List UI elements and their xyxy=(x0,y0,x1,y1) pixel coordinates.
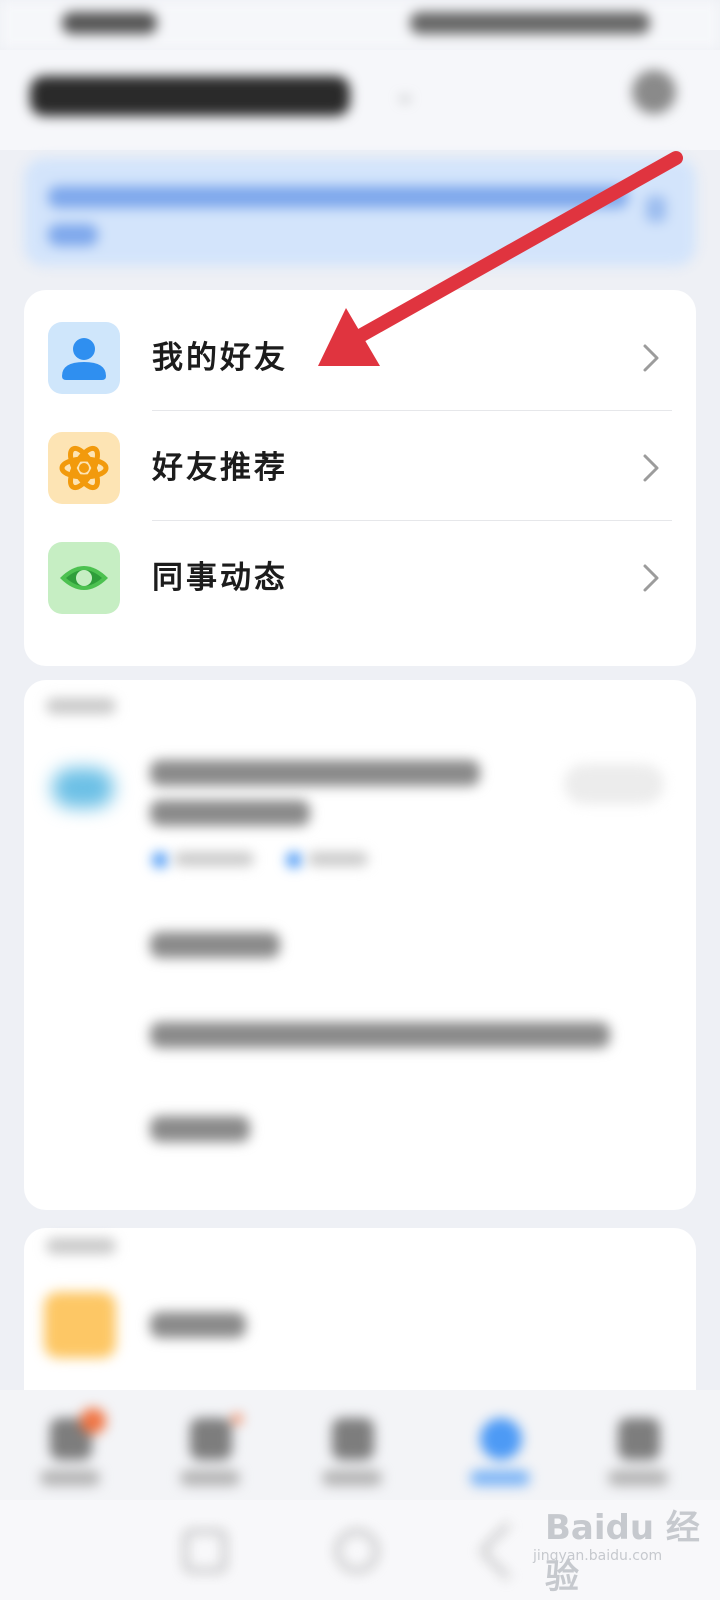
tab-me[interactable] xyxy=(608,1418,668,1498)
notification-dot xyxy=(232,1414,242,1424)
user-icon[interactable] xyxy=(632,70,676,114)
tab-docs[interactable] xyxy=(180,1414,242,1498)
chevron-down-icon[interactable]: ⌄ xyxy=(395,80,415,108)
verified-icon xyxy=(286,852,302,868)
organization-logo xyxy=(52,768,114,808)
tab-contacts[interactable] xyxy=(470,1418,530,1498)
manage-button[interactable] xyxy=(564,764,664,804)
document-icon xyxy=(190,1418,232,1460)
chevron-right-icon xyxy=(643,564,659,592)
verified-icon xyxy=(152,852,168,868)
tab-workbench[interactable] xyxy=(322,1418,382,1498)
list-item[interactable] xyxy=(150,1312,246,1338)
grid-icon xyxy=(332,1418,374,1460)
menu-item-colleague-moments[interactable]: 同事动态 xyxy=(24,504,696,616)
menu-item-label: 好友推荐 xyxy=(152,450,288,486)
list-item[interactable] xyxy=(150,932,280,958)
tab-label xyxy=(470,1470,530,1486)
organization-card xyxy=(24,680,696,1210)
verified-label xyxy=(174,852,254,866)
recent-apps-icon[interactable] xyxy=(184,1530,226,1572)
notice-banner[interactable] xyxy=(24,158,696,266)
menu-item-my-friends[interactable]: 我的好友 xyxy=(24,284,696,396)
verified-label xyxy=(308,852,368,866)
home-icon[interactable] xyxy=(336,1530,378,1572)
menu-item-label: 同事动态 xyxy=(152,560,288,596)
list-item[interactable] xyxy=(150,1116,250,1142)
organization-name xyxy=(150,760,480,786)
tab-messages[interactable] xyxy=(40,1408,106,1498)
list-item[interactable] xyxy=(150,1022,610,1048)
chevron-right-icon xyxy=(643,344,659,372)
organization-title[interactable] xyxy=(30,76,350,116)
bottom-tab-bar xyxy=(0,1390,720,1500)
back-icon[interactable] xyxy=(479,1521,539,1581)
menu-item-label: 我的好友 xyxy=(152,340,288,376)
tab-label xyxy=(322,1470,382,1486)
contact-person-icon xyxy=(48,322,120,394)
folder-icon xyxy=(44,1292,116,1358)
menu-item-friend-recommend[interactable]: 好友推荐 xyxy=(24,394,696,506)
header: ⌄ xyxy=(0,50,720,150)
status-icons xyxy=(410,12,650,34)
watermark-url: jingyan.baidu.com xyxy=(533,1548,663,1564)
tab-label xyxy=(40,1470,100,1486)
tab-label xyxy=(180,1470,240,1486)
chevron-right-icon xyxy=(643,454,659,482)
contacts-card: 我的好友 好友推荐 同事动态 xyxy=(24,290,696,666)
banner-text xyxy=(48,186,628,208)
atom-recommend-icon xyxy=(48,432,120,504)
banner-text xyxy=(48,224,98,246)
eye-moments-icon xyxy=(48,542,120,614)
person-icon xyxy=(618,1418,660,1460)
unread-badge xyxy=(80,1408,106,1434)
organization-name xyxy=(150,800,310,826)
status-time xyxy=(62,12,157,34)
chevron-right-icon xyxy=(646,196,666,222)
tab-label xyxy=(608,1470,668,1486)
status-bar xyxy=(0,0,720,50)
section-heading xyxy=(46,1238,116,1254)
contacts-icon xyxy=(480,1418,522,1460)
section-heading xyxy=(46,698,116,714)
baidu-jingyan-watermark: Baidu 经验 jingyan.baidu.com xyxy=(533,1500,720,1598)
other-section-card xyxy=(24,1228,696,1408)
